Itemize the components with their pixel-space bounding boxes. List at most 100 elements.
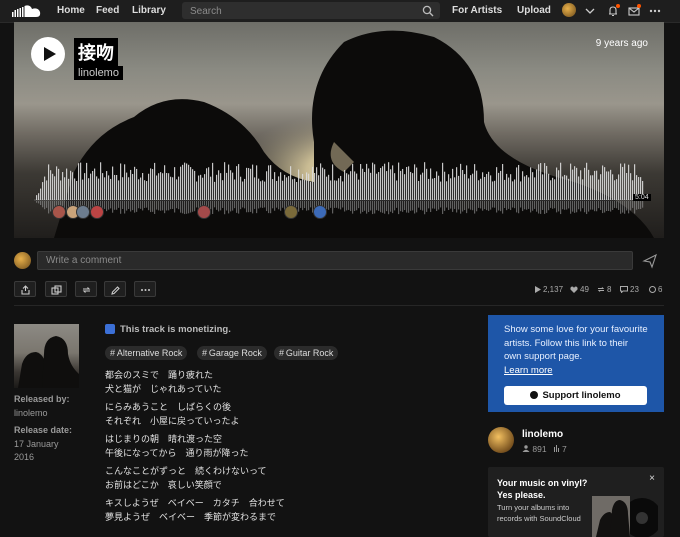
monetization-count[interactable]: 6: [649, 285, 662, 294]
waveform-reflection: [128, 201, 130, 209]
for-artists-link[interactable]: For Artists: [452, 5, 502, 16]
plays-count[interactable]: 2,137: [535, 285, 563, 294]
waveform-bar: [538, 164, 540, 200]
upload-link[interactable]: Upload: [517, 5, 551, 16]
waveform-bar: [146, 181, 148, 200]
waveform-bar: [604, 167, 606, 200]
monetization-icon: [649, 286, 656, 293]
waveform-reflection: [150, 201, 152, 213]
support-artist-button[interactable]: Support linolemo: [504, 386, 647, 405]
waveform-reflection: [46, 201, 48, 208]
tag-alternative-rock[interactable]: # Alternative Rock: [105, 346, 188, 360]
waveform-reflection: [446, 201, 448, 208]
waveform-bar: [630, 173, 632, 200]
artist-avatar[interactable]: [488, 427, 514, 453]
close-icon[interactable]: ×: [649, 473, 655, 484]
more-icon[interactable]: [648, 4, 662, 18]
share-button[interactable]: [14, 281, 36, 297]
comments-count[interactable]: 23: [620, 285, 639, 294]
waveform-bar: [546, 165, 548, 200]
waveform-bar: [56, 166, 58, 200]
tag-garage-rock[interactable]: # Garage Rock: [197, 346, 267, 360]
waveform-bar: [348, 174, 350, 200]
artist-name-link[interactable]: linolemo: [522, 429, 563, 440]
lyric-line: お前はどこか 哀しい笑顔で: [105, 480, 222, 491]
waveform-bar: [366, 163, 368, 200]
waveform-bar: [480, 178, 482, 200]
waveform-bar: [124, 164, 126, 200]
copy-link-button[interactable]: [45, 281, 67, 297]
waveform-reflection: [500, 201, 502, 212]
waveform-reflection: [178, 201, 180, 210]
waveform-reflection: [352, 201, 354, 214]
waveform-reflection: [132, 201, 134, 211]
waveform-bar: [232, 172, 234, 200]
comment-avatar[interactable]: [52, 205, 66, 219]
comment-input[interactable]: [37, 251, 633, 270]
nav-home-link[interactable]: Home: [57, 5, 85, 16]
play-button[interactable]: [31, 37, 65, 71]
waveform-reflection: [358, 201, 360, 209]
waveform-bar: [584, 167, 586, 200]
soundcloud-logo-icon[interactable]: [12, 4, 42, 18]
nav-library-link[interactable]: Library: [132, 5, 166, 16]
waveform-reflection: [474, 201, 476, 214]
artist-cover-image[interactable]: [14, 324, 79, 388]
track-hero: 接吻 linolemo 9 years ago 5:04: [14, 22, 664, 238]
waveform-reflection: [494, 201, 496, 208]
waveform-reflection: [432, 201, 434, 209]
more-actions-button[interactable]: [134, 281, 156, 297]
chevron-down-icon[interactable]: [583, 4, 597, 18]
waveform-bar: [362, 168, 364, 200]
waveform-reflection: [166, 201, 168, 211]
support-icon: [530, 391, 539, 399]
user-avatar[interactable]: [562, 3, 576, 17]
waveform-bar: [420, 174, 422, 200]
comment-avatar[interactable]: [284, 205, 298, 219]
waveform-reflection: [468, 201, 470, 209]
waveform[interactable]: [34, 160, 644, 218]
waveform-reflection: [104, 201, 106, 209]
waveform-bar: [216, 174, 218, 200]
waveform-reflection: [526, 201, 528, 210]
search-input[interactable]: [188, 3, 412, 19]
likes-count[interactable]: 49: [570, 285, 589, 294]
edit-button[interactable]: [104, 281, 126, 297]
waveform-bar: [364, 172, 366, 200]
waveform-bar: [428, 178, 430, 200]
track-artist-link[interactable]: linolemo: [74, 66, 123, 80]
waveform-bar: [568, 178, 570, 200]
search-icon[interactable]: [422, 5, 434, 17]
tag-guitar-rock[interactable]: # Guitar Rock: [274, 346, 339, 360]
waveform-reflection: [180, 201, 182, 213]
comment-avatar[interactable]: [76, 205, 90, 219]
repost-button[interactable]: [75, 281, 97, 297]
comment-avatar[interactable]: [313, 205, 327, 219]
waveform-reflection: [168, 201, 170, 211]
learn-more-link[interactable]: Learn more: [504, 364, 648, 378]
waveform-bar: [214, 181, 216, 200]
waveform-bar: [114, 174, 116, 200]
released-by-link[interactable]: linolemo: [14, 408, 48, 418]
nav-feed-link[interactable]: Feed: [96, 5, 119, 16]
comment-avatar[interactable]: [197, 205, 211, 219]
waveform-reflection: [540, 201, 542, 214]
waveform-bar: [516, 167, 518, 200]
waveform-bar: [318, 175, 320, 200]
reposts-count[interactable]: 8: [597, 285, 611, 294]
followers-count[interactable]: 891: [532, 444, 546, 454]
waveform-reflection: [400, 201, 402, 212]
waveform-reflection: [514, 201, 516, 209]
tracks-count[interactable]: 7: [562, 444, 567, 454]
waveform-reflection: [496, 201, 498, 213]
comment-avatar[interactable]: [90, 205, 104, 219]
waveform-bar: [162, 173, 164, 200]
waveform-bar: [590, 175, 592, 200]
waveform-bar: [390, 169, 392, 200]
waveform-bar: [356, 173, 358, 200]
waveform-bar: [520, 181, 522, 200]
waveform-bar: [66, 168, 68, 200]
waveform-bar: [316, 167, 318, 200]
waveform-bar: [174, 167, 176, 200]
send-icon[interactable]: [641, 252, 659, 270]
